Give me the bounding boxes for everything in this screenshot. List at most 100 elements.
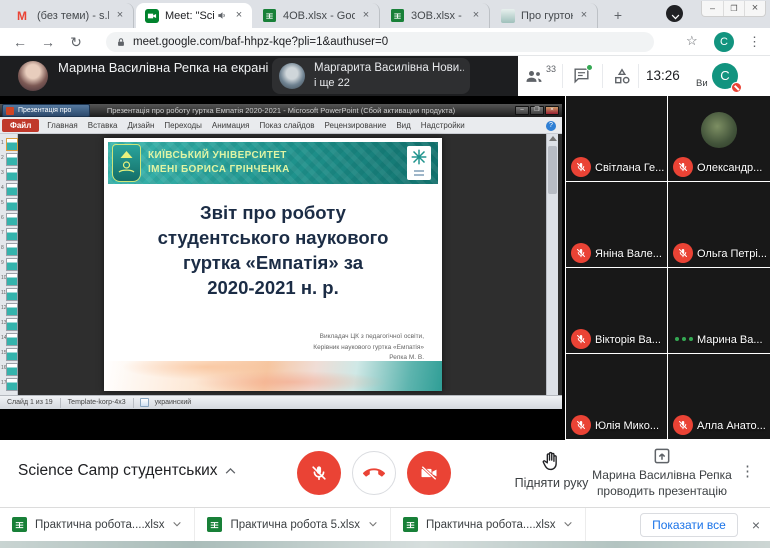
chat-icon[interactable] xyxy=(572,66,591,85)
browser-profile-avatar[interactable]: C xyxy=(714,32,734,52)
download-menu-chevron-icon xyxy=(368,521,378,528)
participant-tile[interactable]: Олександр... xyxy=(668,96,770,181)
media-control-icon[interactable] xyxy=(666,5,683,22)
tab-sheets-3ob[interactable]: 3ОВ.xlsx - Google Т × xyxy=(382,3,490,28)
participant-avatar xyxy=(701,112,737,148)
ribbon-tab-addins[interactable]: Надстройки xyxy=(416,121,470,130)
camera-off-button[interactable] xyxy=(407,451,451,495)
raise-hand-icon[interactable] xyxy=(540,449,562,473)
ppt-restore-button[interactable]: ❐ xyxy=(530,106,544,115)
scrollbar-thumb[interactable] xyxy=(548,146,557,194)
ribbon-tab-file[interactable]: Файл xyxy=(2,119,39,132)
url-text: meet.google.com/baf-hhpz-kqe?pli=1&authu… xyxy=(133,36,388,48)
divider xyxy=(602,64,603,88)
participant-tile[interactable]: Ольга Петрі... xyxy=(668,182,770,267)
participants-icon[interactable] xyxy=(524,66,544,86)
back-button[interactable]: ← xyxy=(10,32,30,52)
ribbon-tab-design[interactable]: Дизайн xyxy=(122,121,159,130)
presenter-banner: Марина Василівна Репка на екрані Маргари… xyxy=(0,56,518,96)
ribbon-tab-transitions[interactable]: Переходы xyxy=(159,121,207,130)
participant-tile-speaking[interactable]: Марина Ва... xyxy=(668,268,770,353)
download-file-name: Практична робота....xlsx xyxy=(35,519,164,531)
participant-name: Світлана Ге... xyxy=(595,162,665,174)
ribbon-tab-slideshow[interactable]: Показ слайдов xyxy=(254,121,319,130)
speaking-indicator-icon xyxy=(675,337,693,341)
tab-close-icon[interactable]: × xyxy=(469,9,483,23)
more-options-icon[interactable] xyxy=(740,462,755,480)
presenter-on-screen-label: Марина Василівна Репка на екрані xyxy=(58,59,270,76)
mute-microphone-button[interactable] xyxy=(297,451,341,495)
window-close-button[interactable] xyxy=(744,1,765,16)
new-tab-button[interactable] xyxy=(608,6,628,26)
ppt-minimize-button[interactable]: – xyxy=(515,106,529,115)
forward-button[interactable]: → xyxy=(38,32,58,52)
download-item[interactable]: Практична робота 5.xlsx xyxy=(195,508,391,542)
tab-close-icon[interactable]: × xyxy=(113,9,127,23)
pill-participant-name: Маргарита Василівна Нови... xyxy=(314,62,464,74)
meet-header: Марина Василівна Репка на екрані Маргари… xyxy=(0,56,770,96)
participant-tile[interactable]: Юлія Мико... xyxy=(566,354,667,439)
participant-tile[interactable]: Алла Анато... xyxy=(668,354,770,439)
address-bar[interactable]: meet.google.com/baf-hhpz-kqe?pli=1&authu… xyxy=(106,32,654,52)
ribbon-tabs: Файл Главная Вставка Дизайн Переходы Ани… xyxy=(0,117,562,134)
tab-gmail[interactable]: M (без теми) - s.krav × xyxy=(8,3,134,28)
tab-close-icon[interactable]: × xyxy=(359,9,373,23)
divider xyxy=(638,64,639,88)
meet-control-bar: Science Camp студентських... Підняти рук… xyxy=(0,440,770,507)
tab-audio-icon[interactable] xyxy=(217,10,228,21)
desktop-edge xyxy=(0,541,770,548)
window-maximize-button[interactable] xyxy=(723,1,744,16)
ppt-scrollbar[interactable] xyxy=(546,134,558,395)
presenting-window-label: Презентація про xyxy=(2,104,90,117)
scroll-up-arrow[interactable] xyxy=(549,136,557,141)
help-icon[interactable] xyxy=(546,121,556,131)
sheets-icon xyxy=(391,9,405,23)
slide-thumbnails-panel[interactable] xyxy=(0,134,18,395)
slide-footer-decoration xyxy=(104,361,442,391)
slide-title: Звіт про роботу студентського наукового … xyxy=(114,200,432,300)
download-item[interactable]: Практична робота....xlsx xyxy=(391,508,586,542)
you-label: Ви xyxy=(696,78,708,89)
ribbon-tab-insert[interactable]: Вставка xyxy=(83,121,123,130)
raise-hand-label[interactable]: Підняти руку xyxy=(504,476,599,490)
lock-icon[interactable] xyxy=(116,37,126,48)
ribbon-tab-view[interactable]: Вид xyxy=(391,121,415,130)
meet-icon xyxy=(145,9,159,23)
tab-close-icon[interactable]: × xyxy=(577,9,591,23)
ribbon-tab-review[interactable]: Рецензирование xyxy=(320,121,392,130)
powerpoint-window-controls: – ❐ × xyxy=(515,106,559,115)
muted-mic-icon xyxy=(571,415,591,435)
page-icon xyxy=(501,9,515,23)
participant-tile[interactable]: Яніна Вале... xyxy=(566,182,667,267)
participant-tile[interactable]: Світлана Ге... xyxy=(566,96,667,181)
meeting-details-chevron-icon[interactable] xyxy=(224,466,237,475)
downloads-bar-close-icon[interactable] xyxy=(752,517,760,533)
template-name-status: Template-korp-4x3 xyxy=(61,398,134,408)
presenter-avatar xyxy=(18,61,48,91)
tab-title: (без теми) - s.krav xyxy=(37,10,109,22)
tab-sheets-4ob[interactable]: 4ОВ.xlsx - Google Т × xyxy=(254,3,380,28)
divider xyxy=(562,64,563,88)
tab-meet-active[interactable]: Meet: "Science × xyxy=(136,3,252,28)
ribbon-tab-home[interactable]: Главная xyxy=(42,121,82,130)
leave-call-button[interactable] xyxy=(352,451,396,495)
browser-menu-icon[interactable] xyxy=(748,32,761,52)
muted-mic-icon xyxy=(673,157,693,177)
tab-pro-gurtok[interactable]: Про гурток × xyxy=(492,3,598,28)
other-participants-pill[interactable]: Маргарита Василівна Нови... і ще 22 xyxy=(272,58,470,94)
slide-canvas: КИЇВСЬКИЙ УНІВЕРСИТЕТ ІМЕНІ БОРИСА ГРІНЧ… xyxy=(104,138,442,391)
participant-tile[interactable]: Вікторія Ва... xyxy=(566,268,667,353)
screen: M (без теми) - s.krav × Meet: "Science ×… xyxy=(0,0,770,548)
tab-title: 4ОВ.xlsx - Google Т xyxy=(283,10,355,22)
show-all-downloads-button[interactable]: Показати все xyxy=(640,513,738,537)
bookmark-star-icon[interactable] xyxy=(686,33,698,49)
xlsx-file-icon xyxy=(207,517,222,532)
reload-button[interactable]: ↻ xyxy=(66,32,86,52)
ribbon-tab-animations[interactable]: Анимация xyxy=(207,121,255,130)
download-item[interactable]: Практична робота....xlsx xyxy=(0,508,195,542)
tab-close-icon[interactable]: × xyxy=(232,9,246,23)
window-minimize-button[interactable] xyxy=(702,1,723,16)
activities-icon[interactable] xyxy=(612,66,632,86)
university-logo xyxy=(112,144,141,182)
ppt-close-button[interactable]: × xyxy=(545,106,559,115)
